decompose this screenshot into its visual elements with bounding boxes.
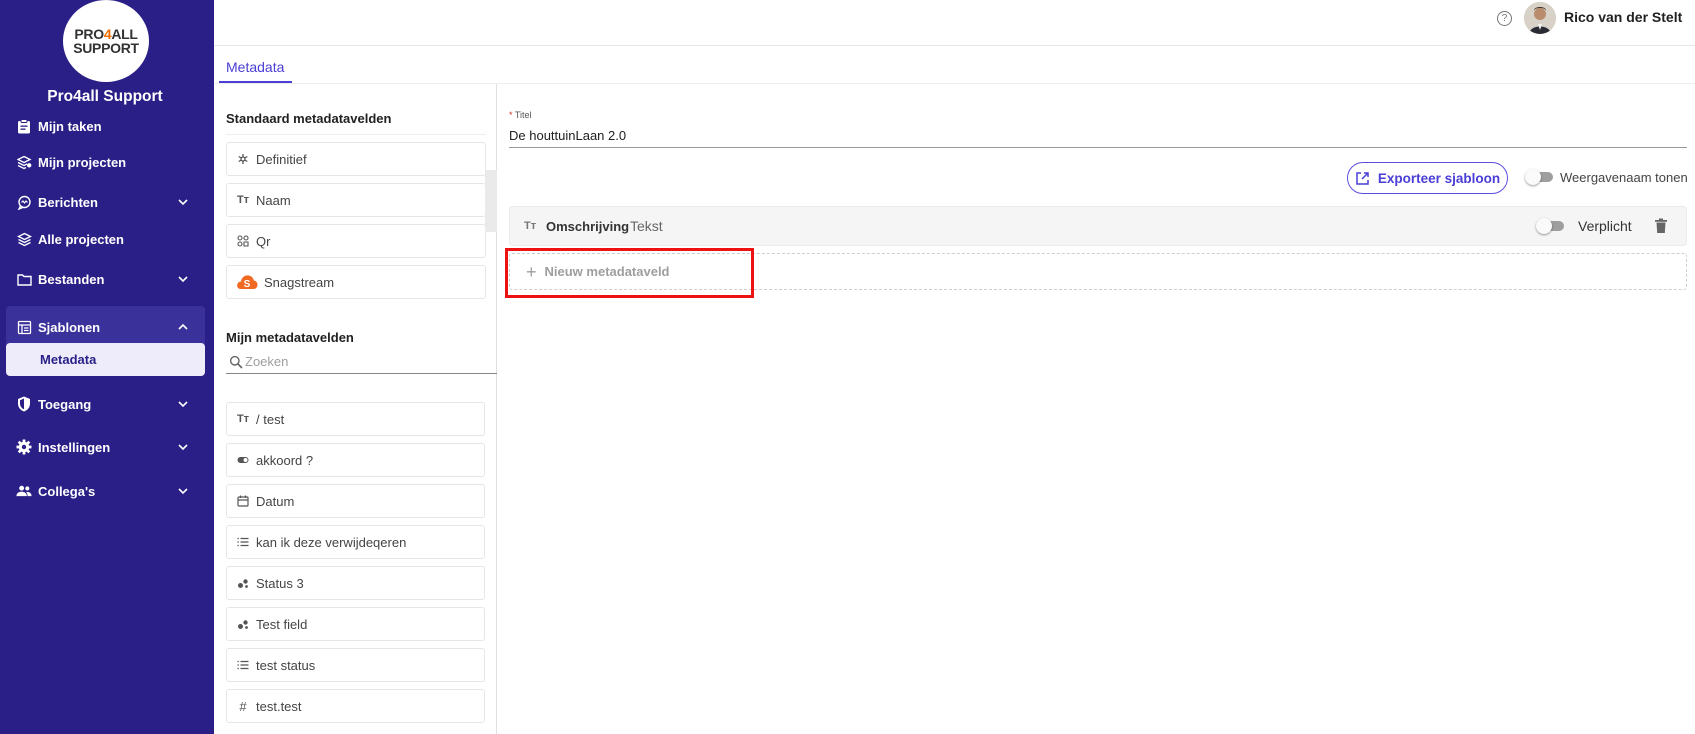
- display-name-label: Weergavenaam tonen: [1560, 170, 1688, 185]
- my-field-item[interactable]: kan ik deze verwijdeqeren: [226, 525, 485, 559]
- my-field-item[interactable]: akkoord ?: [226, 443, 485, 477]
- shield-icon: [16, 396, 32, 412]
- text-format-icon: Tт: [236, 194, 250, 206]
- tab-metadata[interactable]: Metadata: [219, 56, 292, 83]
- scrollbar[interactable]: [485, 170, 497, 232]
- list-icon: [236, 535, 250, 549]
- status-icon: [236, 576, 250, 590]
- search-icon: [229, 355, 243, 369]
- question-circle-icon[interactable]: ?: [1497, 11, 1512, 26]
- my-field-item[interactable]: Tт / test: [226, 402, 485, 436]
- chevron-down-icon: [178, 488, 188, 495]
- export-template-button[interactable]: Exporteer sjabloon: [1347, 162, 1508, 194]
- plus-icon: +: [526, 261, 537, 282]
- nav-collegas[interactable]: Collega's: [6, 474, 205, 508]
- topbar: [214, 0, 1695, 46]
- my-field-item[interactable]: Status 3: [226, 566, 485, 600]
- nav-bestanden[interactable]: Bestanden: [6, 262, 205, 296]
- avatar[interactable]: [1524, 2, 1556, 34]
- nav-alle-projecten[interactable]: Alle projecten: [6, 222, 205, 256]
- asterisk-icon: [236, 152, 250, 166]
- field-name: Omschrijving: [546, 219, 630, 234]
- gear-icon: [16, 439, 32, 455]
- my-field-item[interactable]: Test field: [226, 607, 485, 641]
- chevron-down-icon: [178, 199, 188, 206]
- list-icon: [236, 658, 250, 672]
- nav-toegang[interactable]: Toegang: [6, 387, 205, 421]
- fields-panel: Standaard metadatavelden Definitief Tт N…: [214, 84, 497, 734]
- nav-berichten[interactable]: Berichten: [6, 185, 205, 219]
- layers-icon: [16, 231, 32, 247]
- nav-mijn-taken[interactable]: Mijn taken: [6, 109, 205, 143]
- sidebar: PRO4ALL SUPPORT Pro4all Support Mijn tak…: [0, 0, 214, 734]
- my-field-item[interactable]: Datum: [226, 484, 485, 518]
- display-name-toggle[interactable]: [1525, 169, 1555, 185]
- my-field-item[interactable]: test status: [226, 648, 485, 682]
- chevron-down-icon: [178, 276, 188, 283]
- required-label: Verplicht: [1578, 218, 1632, 234]
- nav-mijn-projecten[interactable]: Mijn projecten: [6, 145, 205, 179]
- user-name[interactable]: Rico van der Stelt: [1564, 9, 1682, 25]
- nav-sub-metadata[interactable]: Metadata: [6, 343, 205, 376]
- chevron-up-icon: [178, 323, 188, 330]
- standard-fields-title: Standaard metadatavelden: [226, 111, 392, 126]
- my-fields-title: Mijn metadatavelden: [226, 330, 354, 345]
- search-input[interactable]: [245, 354, 485, 369]
- text-format-icon: Tт: [236, 413, 250, 425]
- standard-field-naam[interactable]: Tт Naam: [226, 183, 486, 217]
- org-logo[interactable]: PRO4ALL SUPPORT: [63, 0, 149, 82]
- standard-field-qr[interactable]: Qr: [226, 224, 486, 258]
- folder-icon: [16, 271, 32, 287]
- title-label: * Titel: [509, 110, 532, 120]
- template-icon: [16, 319, 32, 335]
- toggle-icon: [236, 453, 250, 467]
- divider: [226, 134, 486, 135]
- snagstream-icon: S: [236, 275, 258, 290]
- text-format-icon: Tт: [524, 220, 537, 232]
- chevron-down-icon: [178, 401, 188, 408]
- people-icon: [16, 483, 32, 499]
- status-icon: [236, 617, 250, 631]
- standard-field-snagstream[interactable]: S Snagstream: [226, 265, 486, 299]
- nav-instellingen[interactable]: Instellingen: [6, 430, 205, 464]
- field-type: Tekst: [630, 218, 663, 234]
- standard-field-definitief[interactable]: Definitief: [226, 142, 486, 176]
- required-toggle[interactable]: [1536, 218, 1566, 234]
- my-field-item[interactable]: # test.test: [226, 689, 485, 723]
- hash-icon: #: [239, 698, 247, 714]
- export-icon: [1356, 171, 1369, 185]
- title-input[interactable]: [509, 124, 1687, 148]
- calendar-icon: [236, 494, 250, 508]
- qr-icon: [236, 234, 250, 248]
- trash-icon[interactable]: [1654, 218, 1668, 234]
- nav-sjablonen[interactable]: Sjablonen: [6, 306, 205, 348]
- chat-icon: [16, 194, 32, 210]
- org-name: Pro4all Support: [47, 88, 163, 105]
- clipboard-icon: [16, 118, 32, 134]
- new-metadata-field-button[interactable]: + Nieuw metadataveld: [509, 253, 1687, 290]
- layers-user-icon: [16, 154, 32, 170]
- metadata-field-row[interactable]: Tт Omschrijving Tekst: [509, 206, 1687, 246]
- search-box: [226, 350, 497, 374]
- svg-text:S: S: [244, 279, 251, 290]
- chevron-down-icon: [178, 444, 188, 451]
